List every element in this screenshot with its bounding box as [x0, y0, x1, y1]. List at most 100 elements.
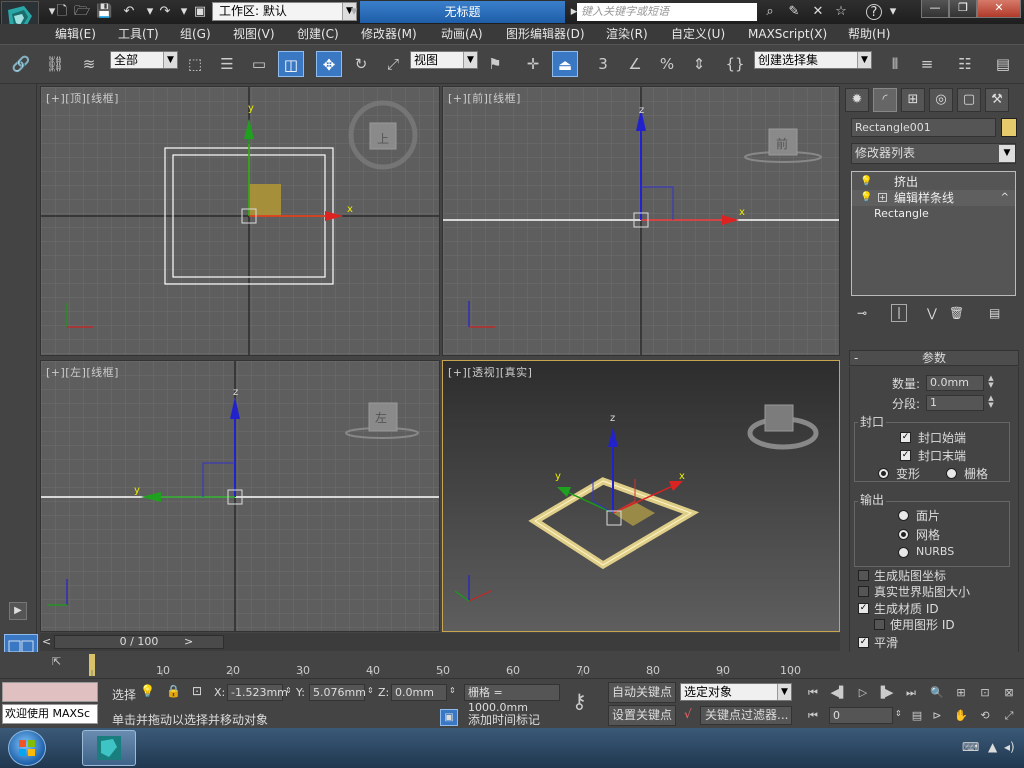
percent-snap-icon[interactable]: % — [654, 51, 680, 77]
key-mode-toggle-icon[interactable]: ⏮ — [804, 707, 822, 724]
maximize-viewport-icon[interactable]: ⤢ — [1000, 707, 1018, 724]
maximize-button[interactable]: ❐ — [949, 0, 977, 18]
angle-snap-icon[interactable]: ∠ — [622, 51, 648, 77]
rectangular-selection-icon[interactable]: ▭ — [246, 51, 272, 77]
redo-icon[interactable]: ↷ — [157, 4, 173, 20]
use-shape-ids-checkbox[interactable] — [874, 619, 885, 630]
segments-spinner[interactable]: ▲ ▼ — [986, 395, 996, 411]
modify-tab-icon[interactable]: ◜ — [873, 88, 897, 112]
menu-graph-editors[interactable]: 图形编辑器(D) — [506, 26, 585, 42]
pan-icon[interactable]: ✋ — [952, 707, 970, 724]
stack-item-rectangle[interactable]: Rectangle — [852, 206, 1015, 222]
make-unique-icon[interactable]: ⋁ — [927, 306, 937, 320]
menu-help[interactable]: 帮助(H) — [848, 26, 890, 42]
maxscript-listener-pink[interactable] — [2, 682, 98, 702]
help-dropdown-icon[interactable]: ▾ — [885, 4, 901, 20]
absolute-mode-icon[interactable]: ⊡ — [192, 684, 202, 698]
favorites-star-icon[interactable]: ☆ — [833, 4, 849, 20]
viewport-perspective[interactable]: [+][透视][真实] z y x — [442, 360, 840, 632]
manipulate-icon[interactable]: ✛ — [520, 51, 546, 77]
link-icon[interactable]: 🔗 — [8, 51, 34, 77]
go-to-start-icon[interactable]: ⏮ — [804, 684, 822, 701]
stack-item-extrude[interactable]: 💡 挤出 — [852, 174, 1015, 190]
minimize-button[interactable]: — — [921, 0, 949, 18]
subscription-key-icon[interactable]: ✎ — [786, 4, 802, 20]
menu-create[interactable]: 创建(C) — [297, 26, 339, 42]
motion-tab-icon[interactable]: ◎ — [929, 88, 953, 112]
nurbs-radio[interactable] — [898, 547, 909, 558]
zoom-extents-icon[interactable]: ⊡ — [976, 684, 994, 701]
hierarchy-tab-icon[interactable]: ⊞ — [901, 88, 925, 112]
segments-input[interactable]: 1 — [926, 395, 984, 411]
parameters-rollout-header[interactable]: - 参数 — [849, 350, 1019, 366]
object-color-swatch[interactable] — [1001, 118, 1017, 137]
real-world-map-checkbox[interactable] — [858, 586, 869, 597]
select-and-rotate-icon[interactable]: ↻ — [348, 51, 374, 77]
x-coord-spinner[interactable]: ⇕ — [285, 686, 292, 695]
amount-input[interactable]: 0.0mm — [926, 375, 984, 391]
menu-customize[interactable]: 自定义(U) — [671, 26, 725, 42]
menu-modifiers[interactable]: 修改器(M) — [361, 26, 417, 42]
volume-icon[interactable]: ◂) — [1004, 740, 1015, 754]
edit-named-selection-icon[interactable]: {} — [722, 51, 748, 77]
bind-space-warp-icon[interactable]: ≋ — [76, 51, 102, 77]
undo-icon[interactable]: ↶ — [121, 4, 137, 20]
gen-map-coords-checkbox[interactable] — [858, 570, 869, 581]
smooth-checkbox[interactable]: ✓ — [858, 637, 869, 648]
tray-flag-icon[interactable]: ▲ — [988, 740, 997, 754]
viewcube-left-face[interactable]: 左 — [375, 409, 387, 426]
viewport-left[interactable]: [+][左][线框] 左 z y — [40, 360, 440, 632]
communication-center-icon[interactable]: ✕ — [810, 4, 826, 20]
search-input[interactable]: 键入关键字或短语 — [577, 3, 757, 21]
utilities-tab-icon[interactable]: ⚒ — [985, 88, 1009, 112]
next-frame-icon[interactable]: > — [184, 635, 193, 648]
add-time-tag-icon[interactable]: ▣ — [440, 709, 458, 726]
zoom-extents-all-icon[interactable]: ⊠ — [1000, 684, 1018, 701]
unlink-icon[interactable]: ⛓ — [42, 51, 68, 77]
cap-end-checkbox[interactable]: ✓ — [900, 450, 911, 461]
select-and-move-icon[interactable]: ✥ — [316, 51, 342, 77]
menu-maxscript[interactable]: MAXScript(X) — [748, 26, 827, 42]
menu-views[interactable]: 视图(V) — [233, 26, 275, 42]
time-configuration-icon[interactable]: ▤ — [908, 707, 926, 724]
modifier-list-dropdown[interactable]: 修改器列表 ▼ — [851, 143, 1016, 164]
add-time-tag-label[interactable]: 添加时间标记 — [468, 711, 540, 728]
go-to-end-icon[interactable]: ⏭ — [902, 684, 920, 701]
viewport-top-label[interactable]: [+][顶][线框] — [46, 90, 119, 106]
reference-coordinate-dropdown[interactable]: 视图 ▼ — [410, 51, 478, 69]
window-crossing-icon[interactable]: ◫ — [278, 51, 304, 77]
set-key-button[interactable]: 设置关键点 — [608, 705, 676, 726]
previous-frame-icon[interactable]: ◀▌ — [830, 684, 848, 701]
viewport-front-label[interactable]: [+][前][线框] — [448, 90, 521, 106]
zoom-all-icon[interactable]: ⊞ — [952, 684, 970, 701]
lock-selection-icon[interactable]: 🔒 — [166, 684, 181, 698]
configure-modifier-sets-icon[interactable]: ▤ — [989, 306, 1000, 320]
prev-frame-icon[interactable]: < — [42, 635, 51, 648]
menu-edit[interactable]: 编辑(E) — [55, 26, 96, 42]
object-name-field[interactable]: Rectangle001 — [851, 118, 996, 137]
field-of-view-icon[interactable]: ⊳ — [928, 707, 946, 724]
expand-plus-icon[interactable]: + — [878, 193, 887, 202]
pin-stack-icon[interactable]: ⊸ — [857, 306, 867, 320]
grid-radio[interactable] — [946, 468, 957, 479]
play-icon[interactable]: ▷ — [854, 684, 872, 701]
new-file-icon[interactable]: 🗋 — [54, 4, 70, 20]
time-slider[interactable]: 0 / 100 — [54, 635, 224, 649]
select-object-icon[interactable]: ⬚ — [182, 51, 208, 77]
start-button[interactable] — [8, 730, 46, 766]
binoculars-icon[interactable]: ⌕ — [762, 4, 778, 20]
current-frame-spinner[interactable]: ⇕ — [895, 709, 902, 718]
key-mode-dropdown[interactable]: 选定对象 ▼ — [680, 683, 792, 701]
collapse-chevron-icon[interactable]: ^ — [1001, 190, 1009, 206]
render-setup-icon[interactable]: ▤ — [990, 51, 1016, 77]
project-folder-icon[interactable]: ▣ — [192, 4, 208, 20]
mini-curve-editor-icon[interactable]: ⇱ — [52, 655, 70, 671]
menu-animation[interactable]: 动画(A) — [441, 26, 483, 42]
cap-start-checkbox[interactable]: ✓ — [900, 432, 911, 443]
show-end-result-icon[interactable]: ❘ — [891, 304, 907, 322]
layer-manager-icon[interactable]: ☷ — [952, 51, 978, 77]
lightbulb-icon[interactable]: 💡 — [860, 174, 872, 190]
workspace-selector[interactable]: 工作区: 默认 ▼ — [212, 2, 357, 21]
display-tab-icon[interactable]: ▢ — [957, 88, 981, 112]
expand-panel-icon[interactable]: ▶ — [9, 602, 27, 620]
